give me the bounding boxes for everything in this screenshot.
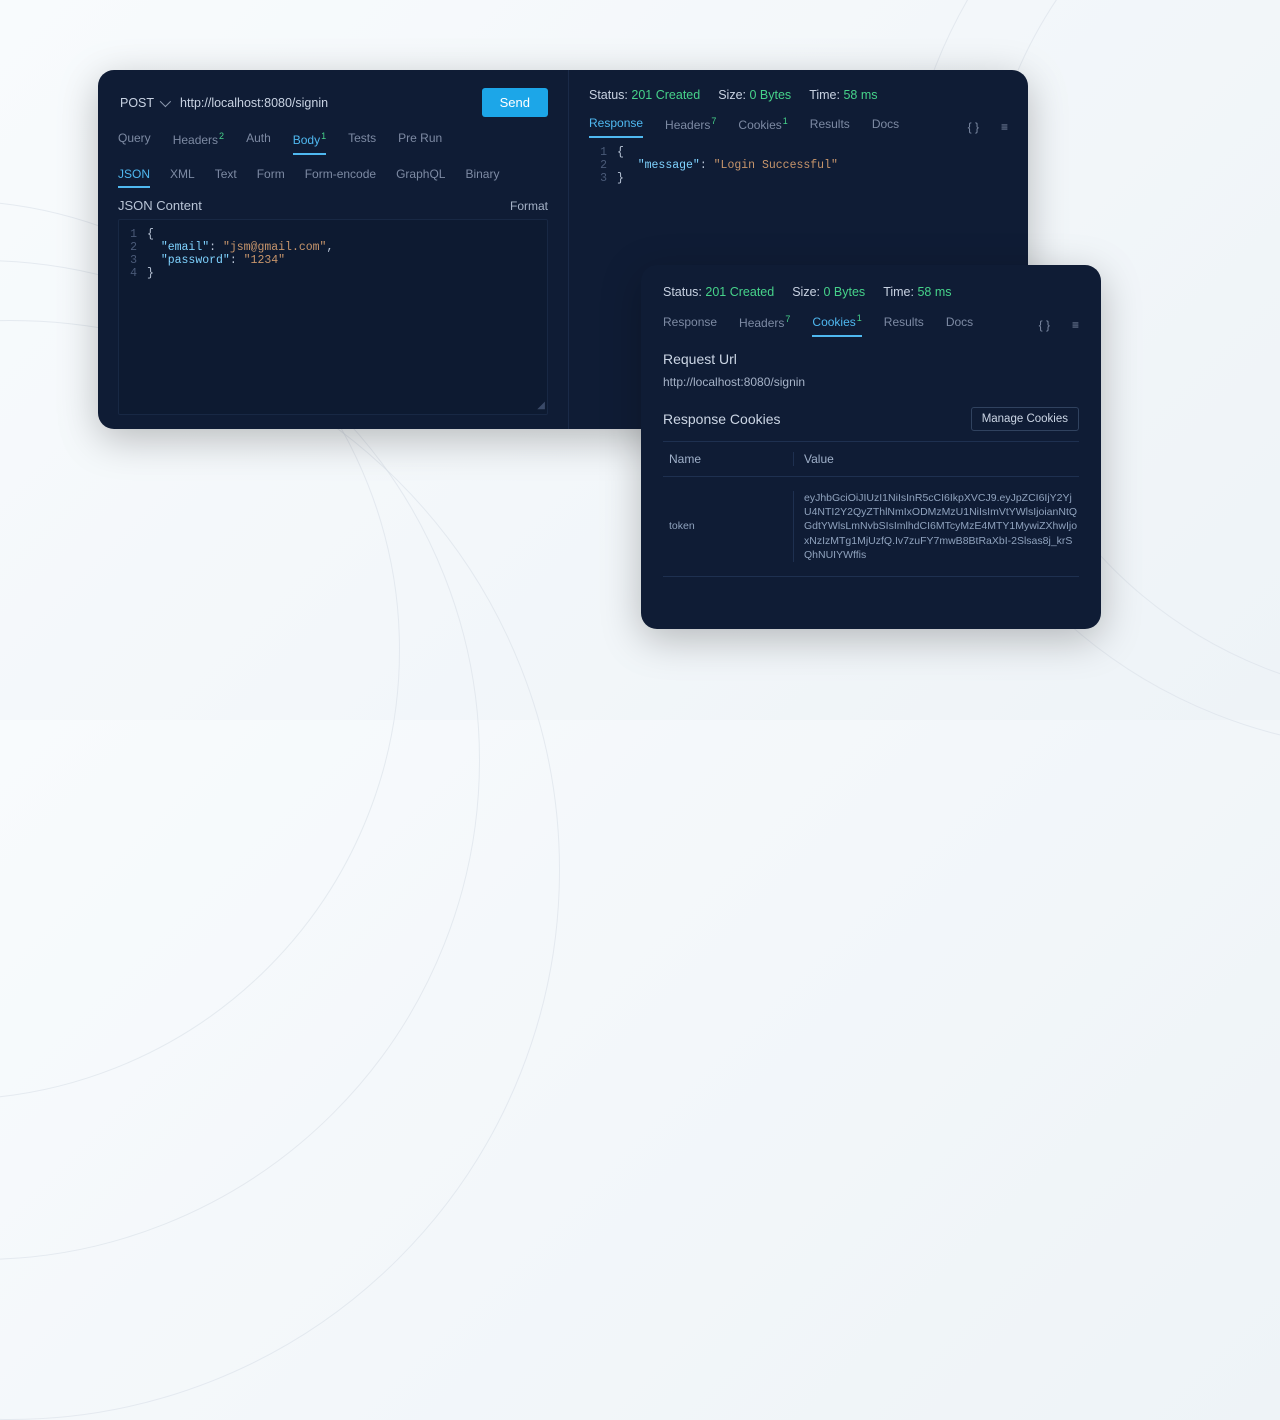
cookie-value: eyJhbGciOiJIUzI1NiIsInR5cCI6IkpXVCJ9.eyJ…: [793, 491, 1079, 562]
url-input[interactable]: [180, 96, 472, 110]
status-value: 201 Created: [631, 88, 700, 102]
time-label: Time:: [809, 88, 840, 102]
format-button[interactable]: Format: [510, 199, 548, 213]
resp2-tab-headers[interactable]: Headers7: [739, 314, 790, 336]
resp-tab-cookies[interactable]: Cookies1: [738, 116, 787, 138]
cookie-col-value: Value: [793, 452, 1079, 466]
status-label-2: Status:: [663, 285, 702, 299]
request-url-value: http://localhost:8080/signin: [663, 375, 1079, 389]
response-cookies-heading: Response Cookies: [663, 411, 781, 427]
resp-tab-docs[interactable]: Docs: [872, 117, 899, 137]
cookie-table: Name Value token eyJhbGciOiJIUzI1NiIsInR…: [663, 441, 1079, 577]
time-label-2: Time:: [883, 285, 914, 299]
resize-handle-icon[interactable]: ◢: [537, 400, 545, 412]
request-url-heading: Request Url: [663, 351, 1079, 367]
tab-headers[interactable]: Headers2: [173, 131, 224, 155]
tab-prerun[interactable]: Pre Run: [398, 131, 442, 155]
status-label: Status:: [589, 88, 628, 102]
resp2-tab-results[interactable]: Results: [884, 315, 924, 335]
bodytype-xml[interactable]: XML: [170, 167, 195, 188]
body-type-tabs: JSON XML Text Form Form-encode GraphQL B…: [118, 167, 548, 188]
time-value: 58 ms: [843, 88, 877, 102]
tab-tests[interactable]: Tests: [348, 131, 376, 155]
braces-icon[interactable]: { }: [968, 120, 979, 134]
status-value-2: 201 Created: [705, 285, 774, 299]
bodytype-text[interactable]: Text: [215, 167, 237, 188]
wrap-icon[interactable]: ≡: [1001, 120, 1008, 134]
bodytype-json[interactable]: JSON: [118, 167, 150, 188]
resp2-tab-cookies[interactable]: Cookies1: [812, 313, 861, 337]
table-row: token eyJhbGciOiJIUzI1NiIsInR5cCI6IkpXVC…: [663, 477, 1079, 577]
response-tabs-2: Response Headers7 Cookies1 Results Docs …: [663, 313, 1079, 337]
request-tabs: Query Headers2 Auth Body1 Tests Pre Run: [118, 131, 548, 155]
tab-query[interactable]: Query: [118, 131, 151, 155]
content-label: JSON Content: [118, 198, 202, 213]
resp2-tab-response[interactable]: Response: [663, 315, 717, 335]
braces-icon-2[interactable]: { }: [1039, 318, 1050, 332]
method-label: POST: [120, 96, 154, 110]
response-body[interactable]: 1{ 2 "message": "Login Successful" 3}: [589, 146, 1008, 185]
bodytype-binary[interactable]: Binary: [465, 167, 499, 188]
size-value-2: 0 Bytes: [824, 285, 866, 299]
time-value-2: 58 ms: [917, 285, 951, 299]
chevron-down-icon: [160, 95, 171, 106]
resp-tab-headers[interactable]: Headers7: [665, 116, 716, 138]
response-tabs: Response Headers7 Cookies1 Results Docs …: [589, 116, 1008, 138]
size-label-2: Size:: [792, 285, 820, 299]
cookie-name: token: [663, 491, 793, 562]
size-label: Size:: [718, 88, 746, 102]
tab-auth[interactable]: Auth: [246, 131, 271, 155]
resp2-tab-docs[interactable]: Docs: [946, 315, 973, 335]
bodytype-formencode[interactable]: Form-encode: [305, 167, 376, 188]
bodytype-form[interactable]: Form: [257, 167, 285, 188]
send-button[interactable]: Send: [482, 88, 548, 117]
request-pane: POST Send Query Headers2 Auth Body1 Test…: [98, 70, 568, 429]
resp-tab-results[interactable]: Results: [810, 117, 850, 137]
size-value: 0 Bytes: [750, 88, 792, 102]
manage-cookies-button[interactable]: Manage Cookies: [971, 407, 1079, 431]
json-editor[interactable]: 1{ 2 "email": "jsm@gmail.com", 3 "passwo…: [118, 219, 548, 415]
cookies-panel: Status: 201 Created Size: 0 Bytes Time: …: [641, 265, 1101, 629]
resp-tab-response[interactable]: Response: [589, 116, 643, 138]
tab-body[interactable]: Body1: [293, 131, 326, 155]
wrap-icon-2[interactable]: ≡: [1072, 318, 1079, 332]
cookie-col-name: Name: [663, 452, 793, 466]
bodytype-graphql[interactable]: GraphQL: [396, 167, 445, 188]
method-select[interactable]: POST: [118, 92, 170, 114]
